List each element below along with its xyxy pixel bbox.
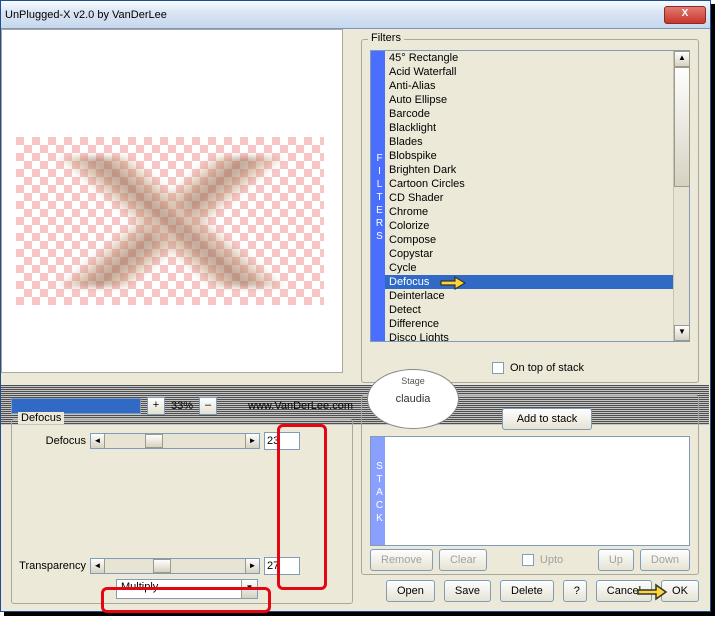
slider-left-arrow[interactable]: ◄ <box>91 434 105 448</box>
filter-item[interactable]: Blades <box>385 135 673 149</box>
filter-item[interactable]: Chrome <box>385 205 673 219</box>
scroll-down-button[interactable]: ▼ <box>674 325 690 341</box>
filter-item[interactable]: Detect <box>385 303 673 317</box>
defocus-slider[interactable]: ◄ ► <box>90 433 260 449</box>
filter-item[interactable]: Compose <box>385 233 673 247</box>
stack-tab-label: STACK <box>371 437 385 545</box>
scroll-thumb[interactable] <box>674 67 690 187</box>
filter-item[interactable]: Barcode <box>385 107 673 121</box>
upto-checkbox[interactable] <box>522 554 534 566</box>
filter-item[interactable]: Deinterlace <box>385 289 673 303</box>
close-button[interactable]: X <box>664 6 706 24</box>
filter-item[interactable]: Acid Waterfall <box>385 65 673 79</box>
transparency-slider[interactable]: ◄ ► <box>90 558 260 574</box>
filter-item[interactable]: Brighten Dark <box>385 163 673 177</box>
logo: Stage claudia <box>367 369 459 429</box>
on-top-label: On top of stack <box>510 362 584 374</box>
combo-dropdown-button[interactable]: ▼ <box>241 580 257 598</box>
slider-left-arrow[interactable]: ◄ <box>91 559 105 573</box>
add-to-stack-button[interactable]: Add to stack <box>502 408 592 430</box>
slider-thumb[interactable] <box>153 559 171 573</box>
slider-thumb[interactable] <box>145 434 163 448</box>
filter-item[interactable]: Cycle <box>385 261 673 275</box>
filter-item[interactable]: Blacklight <box>385 121 673 135</box>
defocus-label: Defocus <box>16 435 86 447</box>
transparency-label: Transparency <box>16 560 86 572</box>
filters-scrollbar[interactable]: ▲ ▼ <box>673 51 689 341</box>
stack-list[interactable]: STACK <box>370 436 690 546</box>
delete-button[interactable]: Delete <box>500 580 554 602</box>
up-button[interactable]: Up <box>598 549 634 571</box>
filter-item[interactable]: Blobspike <box>385 149 673 163</box>
filters-tab-label: FILTERS <box>371 51 385 341</box>
on-top-checkbox[interactable] <box>492 362 504 374</box>
down-button[interactable]: Down <box>640 549 690 571</box>
transparency-value-input[interactable] <box>264 557 300 575</box>
logo-text: claudia <box>396 393 431 405</box>
filter-item[interactable]: Cartoon Circles <box>385 177 673 191</box>
scroll-up-button[interactable]: ▲ <box>674 51 690 67</box>
filters-group: Filters FILTERS 45° RectangleAcid Waterf… <box>361 39 699 383</box>
app-window: UnPlugged-X v2.0 by VanDerLee X Filters … <box>0 0 711 612</box>
defocus-group: Defocus Defocus ◄ ► Transparency ◄ ► <box>11 419 353 604</box>
save-button[interactable]: Save <box>444 580 491 602</box>
blend-mode-combo[interactable]: Multiply ▼ <box>116 579 258 599</box>
filter-item[interactable]: 45° Rectangle <box>385 51 673 65</box>
filter-item[interactable]: Disco Lights <box>385 331 673 341</box>
slider-right-arrow[interactable]: ► <box>245 434 259 448</box>
clear-button[interactable]: Clear <box>439 549 487 571</box>
help-button[interactable]: ? <box>563 580 587 602</box>
titlebar[interactable]: UnPlugged-X v2.0 by VanDerLee X <box>1 1 710 29</box>
slider-right-arrow[interactable]: ► <box>245 559 259 573</box>
filter-item[interactable]: Auto Ellipse <box>385 93 673 107</box>
remove-button[interactable]: Remove <box>370 549 433 571</box>
filter-item[interactable]: CD Shader <box>385 191 673 205</box>
open-button[interactable]: Open <box>386 580 435 602</box>
zoom-out-button[interactable]: – <box>199 397 217 415</box>
window-title: UnPlugged-X v2.0 by VanDerLee <box>5 9 664 21</box>
filter-item[interactable]: Copystar <box>385 247 673 261</box>
filter-item[interactable]: Colorize <box>385 219 673 233</box>
filter-item[interactable]: Anti-Alias <box>385 79 673 93</box>
blend-mode-value: Multiply <box>117 580 241 598</box>
filters-list[interactable]: FILTERS 45° RectangleAcid WaterfallAnti-… <box>370 50 690 342</box>
zoom-in-button[interactable]: + <box>147 397 165 415</box>
defocus-value-input[interactable] <box>264 432 300 450</box>
pointer-hand-icon <box>439 274 467 290</box>
vendor-url[interactable]: www.VanDerLee.com <box>248 400 353 412</box>
defocus-group-label: Defocus <box>18 412 64 424</box>
filter-item[interactable]: Difference <box>385 317 673 331</box>
filters-group-label: Filters <box>368 32 404 44</box>
pointer-hand-icon <box>636 580 668 605</box>
filter-item[interactable]: Defocus <box>385 275 673 289</box>
preview-image <box>46 157 296 287</box>
preview-panel <box>1 29 343 373</box>
logo-small: Stage <box>401 376 425 386</box>
zoom-percent: 33% <box>171 400 193 412</box>
upto-label: Upto <box>540 554 563 566</box>
